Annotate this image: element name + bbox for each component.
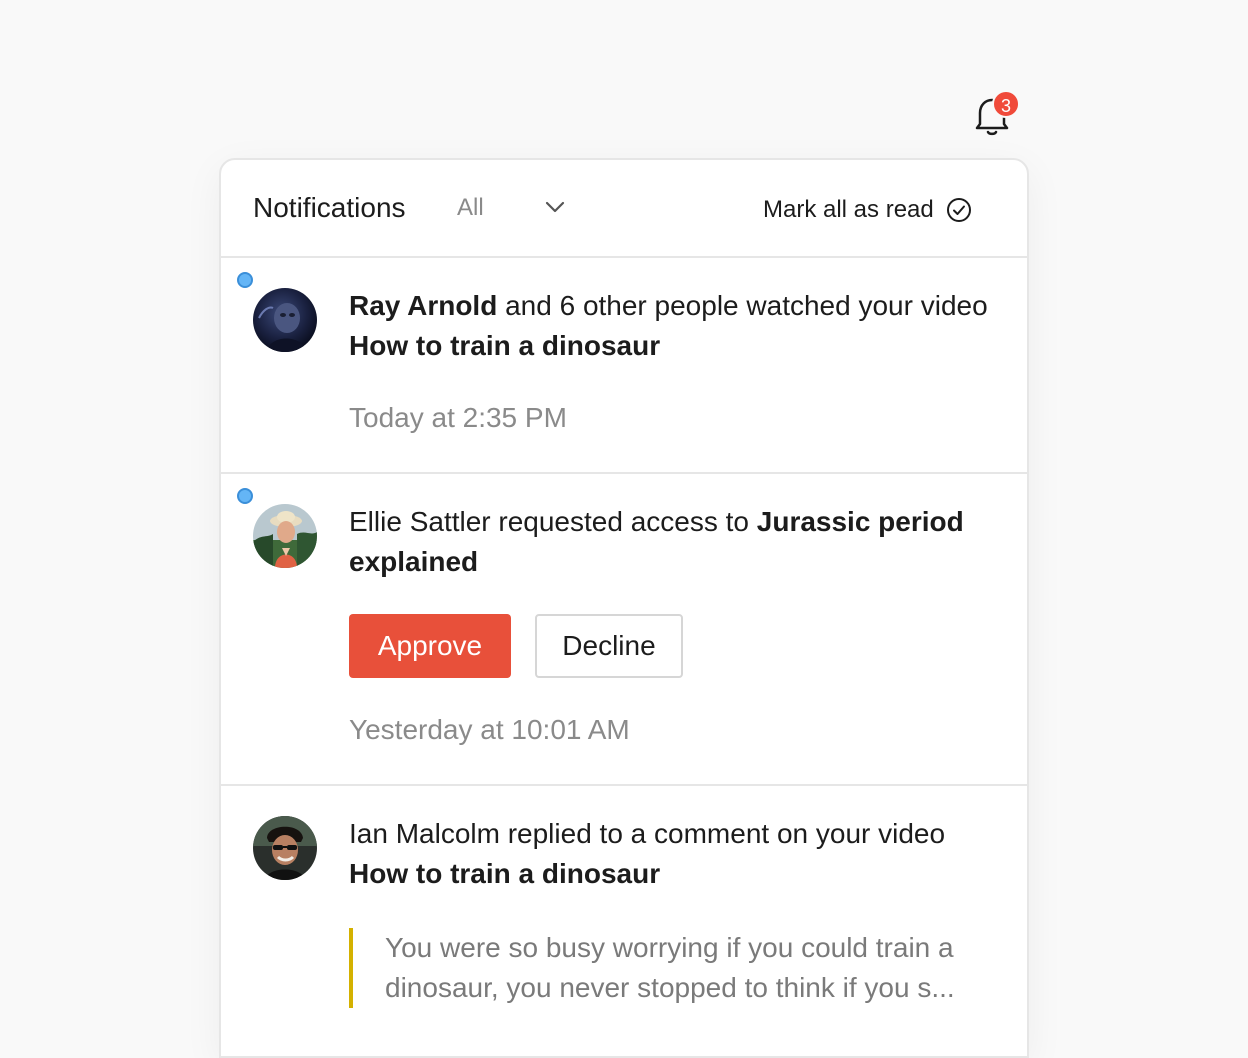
panel-title: Notifications: [253, 192, 406, 223]
notification-item[interactable]: Ellie Sattler requested access to Jurass…: [221, 474, 1027, 786]
notification-content: Ray Arnold and 6 other people watched yo…: [349, 286, 1009, 434]
notification-message: Ian Malcolm replied to a comment on your…: [349, 814, 1009, 894]
object-link[interactable]: How to train a dinosaur: [349, 858, 660, 889]
avatar: [253, 288, 317, 352]
notification-count-badge: 3: [992, 90, 1020, 118]
request-actions: Approve Decline: [349, 614, 1009, 678]
notification-item[interactable]: Ray Arnold and 6 other people watched yo…: [221, 258, 1027, 474]
notification-content: Ellie Sattler requested access to Jurass…: [349, 502, 1009, 746]
panel-header: Notifications All Mark all as read: [221, 160, 1027, 258]
reply-quote[interactable]: You were so busy worrying if you could t…: [349, 928, 1009, 1008]
notification-item[interactable]: Ian Malcolm replied to a comment on your…: [221, 786, 1027, 1056]
notification-timestamp: Yesterday at 10:01 AM: [349, 714, 630, 745]
ray-arnold-avatar: [253, 288, 317, 352]
message-text: Ellie Sattler requested access to: [349, 506, 757, 537]
message-text: Ian Malcolm replied to a comment on your…: [349, 818, 946, 849]
mark-all-read-button[interactable]: Mark all as read: [763, 190, 972, 230]
decline-button[interactable]: Decline: [535, 614, 683, 678]
ian-malcolm-avatar: [253, 816, 317, 880]
notifications-panel: Notifications All Mark all as read Ray A…: [219, 158, 1029, 1058]
notification-content: Ian Malcolm replied to a comment on your…: [349, 814, 1009, 1008]
avatar: [253, 504, 317, 568]
avatar: [253, 816, 317, 880]
notification-message: Ellie Sattler requested access to Jurass…: [349, 502, 1009, 582]
notification-message: Ray Arnold and 6 other people watched yo…: [349, 286, 1009, 366]
notifications-bell-button[interactable]: 3: [972, 90, 1020, 138]
unread-indicator: [237, 272, 253, 288]
notification-timestamp: Today at 2:35 PM: [349, 402, 567, 433]
filter-dropdown[interactable]: All: [457, 192, 571, 226]
approve-button[interactable]: Approve: [349, 614, 511, 678]
message-text: and 6 other people watched your video: [497, 290, 988, 321]
check-circle-icon: [946, 198, 971, 222]
filter-selected-value: All: [457, 194, 484, 221]
chevron-down-icon: [545, 201, 565, 213]
unread-indicator: [237, 488, 253, 504]
actor-name: Ray Arnold: [349, 290, 498, 321]
object-link[interactable]: How to train a dinosaur: [349, 330, 660, 361]
mark-all-read-label: Mark all as read: [763, 196, 934, 223]
ellie-sattler-avatar: [253, 504, 317, 568]
